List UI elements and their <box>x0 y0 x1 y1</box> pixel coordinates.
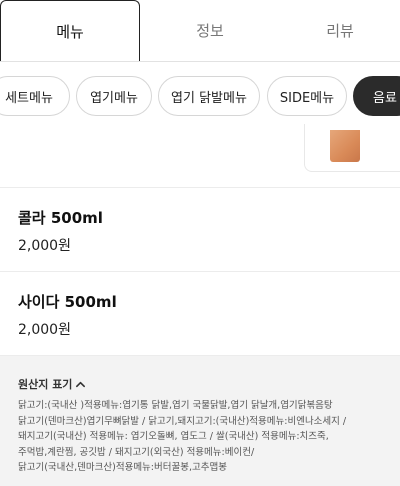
category-chip-drinks[interactable]: 음료 <box>353 76 400 116</box>
origin-line: 돼지고기(국내산) 적용메뉴: 엽기오돌뼈, 엽도그 / 쌀(국내산) 적용메뉴… <box>18 431 329 442</box>
tab-reviews[interactable]: 리뷰 <box>280 0 400 61</box>
category-chip-yupgi-menu[interactable]: 엽기메뉴 <box>76 76 152 116</box>
chevron-up-icon <box>76 381 86 387</box>
category-chip-set-menu[interactable]: 세트메뉴 <box>0 76 70 116</box>
menu-item-price: 2,000원 <box>18 238 71 254</box>
origin-info-text: 닭고기:(국내산 )적용메뉴:엽기통 닭발,엽기 국물닭발,엽기 닭날개,엽기닭… <box>18 398 394 476</box>
previous-menu-item[interactable] <box>0 124 400 188</box>
menu-item-name: 콜라 500ml <box>18 209 103 227</box>
menu-item-cider[interactable]: 사이다 500ml 2,000원 <box>0 273 400 356</box>
category-chip-chicken-feet-menu[interactable]: 엽기 닭발메뉴 <box>158 76 260 116</box>
origin-info-title: 원산지 표기 <box>18 378 73 391</box>
origin-line: 닭고기:(국내산 )적용메뉴:엽기통 닭발,엽기 국물닭발,엽기 닭날개,엽기닭… <box>18 400 333 411</box>
menu-item-name: 사이다 500ml <box>18 293 117 311</box>
origin-line: 주먹밥,계란찜, 공깃밥 / 돼지고기(외국산) 적용메뉴:베이컨/ <box>18 446 255 458</box>
origin-line: 닭고기(국내산,덴마크산)적용메뉴:버터꿀봉,고추맵봉 <box>18 462 227 473</box>
menu-tabs: 메뉴 정보 리뷰 <box>0 0 400 62</box>
category-chip-side-menu[interactable]: SIDE메뉴 <box>267 76 347 116</box>
origin-info-section: 원산지 표기 닭고기:(국내산 )적용메뉴:엽기통 닭발,엽기 국물닭발,엽기 … <box>0 356 400 486</box>
previous-item-image <box>330 130 360 162</box>
origin-line: 닭고기(덴마크산)엽기무뼈닭발 / 닭고기,돼지고기:(국내산)적용메뉴:비엔나… <box>18 415 347 427</box>
origin-info-toggle[interactable]: 원산지 표기 <box>18 376 86 392</box>
category-chips: 세트메뉴 엽기메뉴 엽기 닭발메뉴 SIDE메뉴 음료 <box>0 76 400 116</box>
menu-item-price: 2,000원 <box>18 322 71 338</box>
tab-menu[interactable]: 메뉴 <box>0 0 140 61</box>
menu-item-cola[interactable]: 콜라 500ml 2,000원 <box>0 189 400 272</box>
tab-info[interactable]: 정보 <box>140 0 280 61</box>
